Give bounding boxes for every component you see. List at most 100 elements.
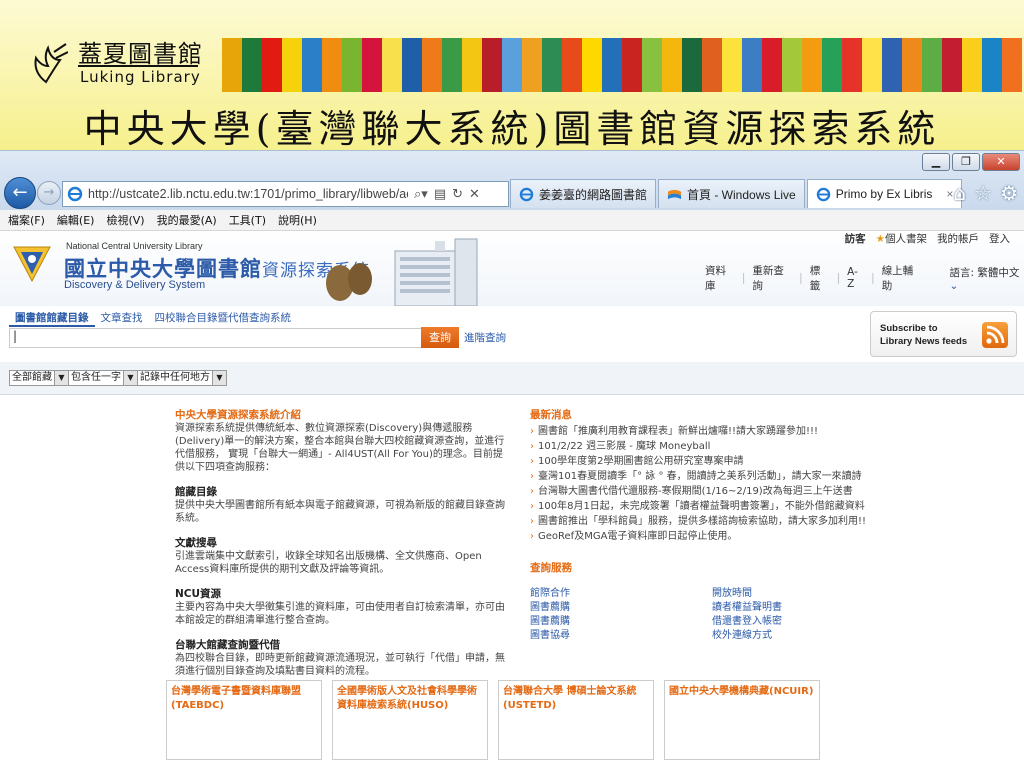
ie-icon xyxy=(519,187,534,201)
restore-button[interactable]: ❐ xyxy=(952,153,980,171)
chevron-down-icon: ▼ xyxy=(123,371,137,385)
news-text: 100年8月1日起，未完成簽署「讀者權益聲明書簽署」，不能外借館藏資料 xyxy=(538,501,865,512)
resource-box-ncuir[interactable]: 國立中央大學機構典藏(NCUIR) xyxy=(664,680,820,760)
favorites-star-icon[interactable]: ☆ xyxy=(974,181,992,205)
nav-new-search[interactable]: 重新查詢 xyxy=(752,263,792,293)
news-text: 台灣聯大圖書代借代還服務-寒假期間(1/16~2/19)改為每週三上午送書 xyxy=(538,486,853,497)
menu-item[interactable]: 編輯(E) xyxy=(57,212,95,228)
chevron-right-icon: › xyxy=(530,471,534,482)
minimize-button[interactable]: ▁ xyxy=(922,153,950,171)
address-bar[interactable]: http://ustcate2.lib.nctu.edu.tw:1701/pri… xyxy=(62,181,509,207)
news-item[interactable]: › 臺灣101春夏閱讀季「° 詠 ° 春，閱讀詩之美系列活動」，請大家一來讀詩 xyxy=(530,469,862,484)
service-link[interactable]: 讀者權益聲明書 xyxy=(712,601,852,614)
color-stripe xyxy=(302,38,322,92)
news-item[interactable]: › GeoRef及MGA電子資料庫即日起停止使用。 xyxy=(530,529,850,544)
filter-row: 全部館藏 ▼ 包含任一字 ▼ 記錄中任何地方 ▼ xyxy=(0,362,1024,395)
refresh-icon[interactable]: ↻ xyxy=(452,187,463,202)
color-stripe xyxy=(782,38,802,92)
news-text: GeoRef及MGA電子資料庫即日起停止使用。 xyxy=(538,531,738,542)
news-item[interactable]: › 台灣聯大圖書代借代還服務-寒假期間(1/16~2/19)改為每週三上午送書 xyxy=(530,484,853,499)
service-link[interactable]: 開放時間 xyxy=(712,587,852,600)
language-select[interactable]: 語言: 繁體中文⌄ xyxy=(949,265,1024,292)
color-stripe xyxy=(282,38,302,92)
rss-subscribe-box[interactable]: Subscribe to Library News feeds xyxy=(870,311,1017,357)
menu-item[interactable]: 檔案(F) xyxy=(8,212,45,228)
precision-select[interactable]: 包含任一字 ▼ xyxy=(68,370,138,386)
news-item[interactable]: › 101/2/22 週三影展 - 魔球 Moneyball xyxy=(530,439,850,454)
scope-select[interactable]: 全部館藏 ▼ xyxy=(9,370,69,386)
menu-item[interactable]: 工具(T) xyxy=(229,212,266,228)
news-item[interactable]: › 100年8月1日起，未完成簽署「讀者權益聲明書簽署」，不能外借館藏資料 xyxy=(530,499,865,514)
forward-button[interactable]: → xyxy=(37,181,61,205)
service-link[interactable]: 館際合作 xyxy=(530,587,712,600)
rss-text: Subscribe to Library News feeds xyxy=(880,322,967,348)
intro-block: 中央大學資源探索系統介紹 資源探索系統提供傳統紙本、數位資源探索(Discove… xyxy=(175,407,505,474)
ie-icon xyxy=(67,186,83,202)
resource-box-label: 國立中央大學機構典藏(NCUIR) xyxy=(669,686,814,697)
color-stripe xyxy=(542,38,562,92)
tab-primo[interactable]: Primo by Ex Libris × xyxy=(806,179,963,208)
tab-library[interactable]: 姜姜臺的網路圖書館 xyxy=(510,179,657,208)
service-block: 館藏目錄 提供中央大學圖書館所有紙本與電子館藏資源，可視為新版的館藏目錄查詢系統… xyxy=(175,484,505,525)
menu-item[interactable]: 說明(H) xyxy=(278,212,317,228)
color-stripe xyxy=(882,38,902,92)
slide-title: 中央大學(臺灣聯大系統)圖書館資源探索系統 xyxy=(83,107,941,151)
color-stripe xyxy=(582,38,602,92)
color-stripe xyxy=(942,38,962,92)
login-link[interactable]: 登入 xyxy=(989,231,1010,246)
nav-az[interactable]: A-Z xyxy=(847,266,864,290)
search-icon[interactable]: ⌕▾ xyxy=(414,187,428,202)
gear-icon[interactable]: ⚙ xyxy=(1000,181,1018,205)
chevron-right-icon: › xyxy=(530,441,534,452)
tab-library-catalog[interactable]: 圖書館館藏目錄 xyxy=(9,310,95,327)
nav-databases[interactable]: 資料庫 xyxy=(705,263,735,293)
nav-tags[interactable]: 標籤 xyxy=(810,263,830,293)
menu-item[interactable]: 檢視(V) xyxy=(106,212,144,228)
service-link[interactable]: 圖書薦購 xyxy=(530,601,712,614)
service-link[interactable]: 圖書薦購 xyxy=(530,615,712,628)
ncu-english-name: National Central University Library xyxy=(66,241,203,251)
intro-text: 資源探索系統提供傳統紙本、數位資源探索(Discovery)與傳遞服務 (Del… xyxy=(175,423,505,473)
color-stripe xyxy=(322,38,342,92)
color-stripe xyxy=(982,38,1002,92)
search-input[interactable]: | xyxy=(9,328,425,348)
nav-help[interactable]: 線上輔助 xyxy=(882,263,922,293)
stop-icon[interactable]: ✕ xyxy=(469,187,480,202)
window-controls: ▁ ❐ ✕ xyxy=(922,153,1020,171)
resource-box-ustetd[interactable]: 台灣聯合大學 博碩士論文系統(USTETD) xyxy=(498,680,654,760)
service-link[interactable]: 圖書協尋 xyxy=(530,629,712,642)
service-link[interactable]: 借還書登入帳密 xyxy=(712,615,852,628)
home-icon[interactable]: ⌂ xyxy=(953,181,966,205)
news-item[interactable]: › 圖書館「推廣利用教育課程表」新鮮出爐囉!!請大家踴躍參加!!! xyxy=(530,424,850,439)
close-window-button[interactable]: ✕ xyxy=(982,153,1020,171)
color-stripe xyxy=(482,38,502,92)
color-stripe-bar xyxy=(222,38,1022,92)
field-select[interactable]: 記錄中任何地方 ▼ xyxy=(137,370,227,386)
menu-bar: 檔案(F) 編輯(E) 檢視(V) 我的最愛(A) 工具(T) 說明(H) xyxy=(0,210,1024,231)
news-item[interactable]: › 100學年度第2學期圖書館公用研究室專案申請 xyxy=(530,454,850,469)
menu-item[interactable]: 我的最愛(A) xyxy=(157,212,217,228)
news-item[interactable]: › 圖書館推出「學科館員」服務，提供多樣諮詢檢索協助，請大家多加利用!! xyxy=(530,514,866,529)
rss-icon[interactable] xyxy=(982,322,1008,348)
resource-box-taebdc[interactable]: 台灣學術電子書暨資料庫聯盟 (TAEBDC) xyxy=(166,680,322,760)
my-shelf-link[interactable]: ★個人書架 xyxy=(876,231,927,246)
rss-line1: Subscribe to xyxy=(880,323,938,334)
color-stripe xyxy=(402,38,422,92)
service-link[interactable]: 校外連線方式 xyxy=(712,629,852,642)
my-account-link[interactable]: 我的帳戶 xyxy=(937,231,979,246)
nav-separator: | xyxy=(799,272,803,284)
bird-logo-icon xyxy=(34,43,68,84)
tab-windows-live[interactable]: 首頁 - Windows Live xyxy=(658,179,805,208)
back-button[interactable]: ← xyxy=(4,177,36,209)
section-text: 為四校聯合目錄，即時更新館藏資源流通現況，並可執行「代借」申請，無須進行個別目錄… xyxy=(175,653,505,677)
color-stripe xyxy=(662,38,682,92)
tab-union-catalog[interactable]: 四校聯合目錄暨代借查詢系統 xyxy=(149,310,298,327)
address-text[interactable]: http://ustcate2.lib.nctu.edu.tw:1701/pri… xyxy=(88,187,408,201)
services-grid: 館際合作 開放時間 圖書薦購 讀者權益聲明書 圖書薦購 借還書登入帳密 圖書協尋… xyxy=(530,587,850,642)
tab-article-search[interactable]: 文章查找 xyxy=(95,310,149,327)
user-links: 訪客 ★個人書架 我的帳戶 登入 xyxy=(845,231,1010,246)
search-button[interactable]: 查詢 xyxy=(421,327,459,348)
compat-view-icon[interactable]: ▤ xyxy=(434,187,446,202)
resource-box-huso[interactable]: 全國學術版人文及社會科學學術資料庫檢索系統(HUSO) xyxy=(332,680,488,760)
advanced-search-link[interactable]: 進階查詢 xyxy=(464,330,506,345)
